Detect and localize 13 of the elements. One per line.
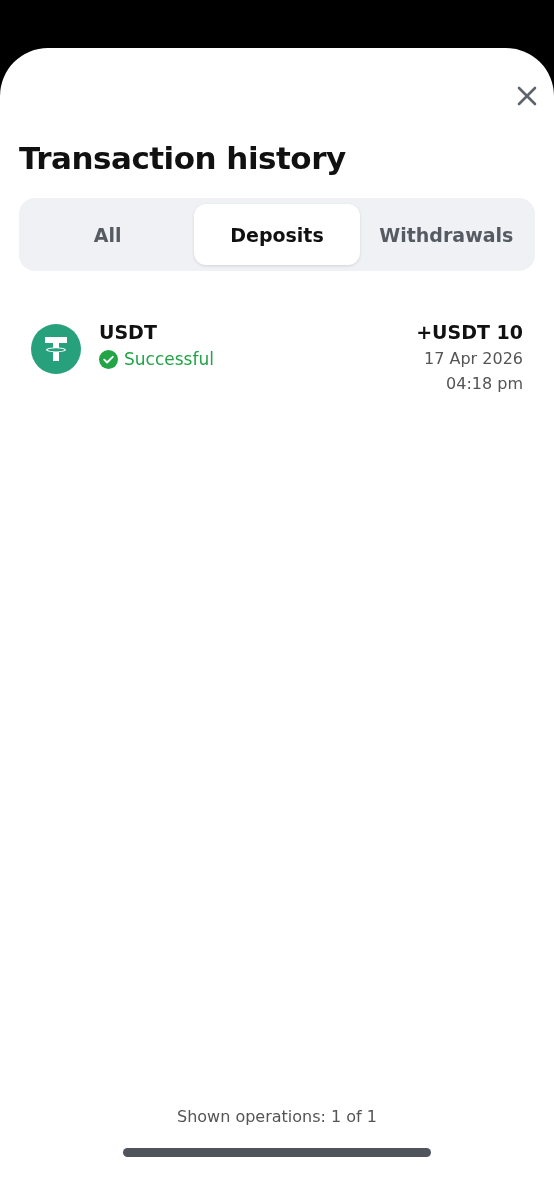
close-button[interactable]: [515, 84, 539, 108]
close-icon: [515, 84, 539, 108]
tab[interactable]: All: [25, 204, 191, 265]
page-title: Transaction history: [19, 140, 347, 176]
status-label: Successful: [124, 349, 214, 369]
tab[interactable]: Deposits: [194, 204, 360, 265]
amount: +USDT 10: [416, 321, 523, 343]
operations-count: Shown operations: 1 of 1: [176, 1107, 378, 1126]
time: 04:18 pm: [446, 374, 523, 393]
asset-name: USDT: [99, 321, 158, 343]
tab[interactable]: Withdrawals: [363, 204, 529, 265]
coin-icon: [31, 324, 81, 374]
date: 17 Apr 2026: [424, 349, 523, 368]
